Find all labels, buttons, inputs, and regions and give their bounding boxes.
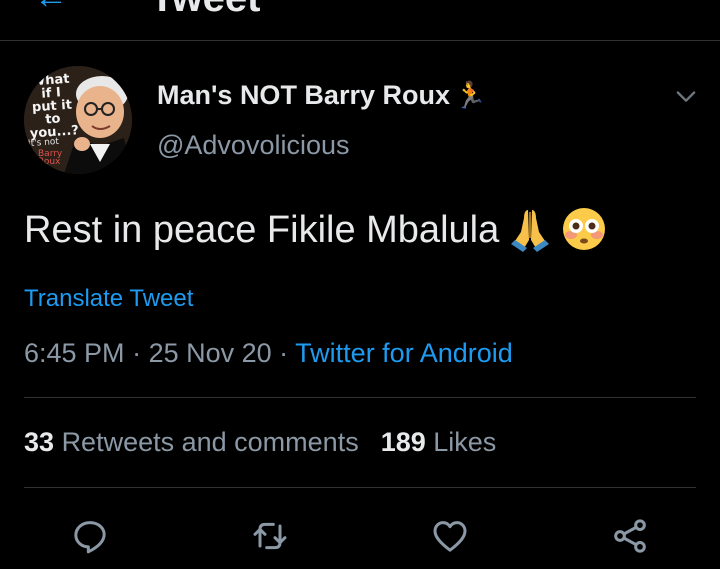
likes-count: 189: [380, 427, 426, 457]
top-bar: ← Tweet: [0, 0, 720, 41]
tweet-body: Rest in peace Fikile Mbalula: [24, 209, 500, 251]
meta-separator: ·: [124, 338, 149, 368]
chevron-down-icon[interactable]: [672, 82, 700, 110]
user-handle[interactable]: @Advovolicious: [157, 130, 350, 161]
retweets-count: 33: [24, 427, 55, 457]
avatar-red-text: Barry Roux: [38, 149, 63, 167]
share-icon[interactable]: [610, 516, 650, 556]
translate-tweet-link[interactable]: Translate Tweet: [24, 285, 193, 313]
avatar-small-text: It's not: [27, 136, 60, 150]
divider: [24, 397, 696, 398]
likes-label: Likes: [433, 427, 497, 457]
display-name-text: Man's NOT Barry Roux: [157, 80, 450, 110]
back-arrow-icon[interactable]: ←: [34, 0, 68, 17]
divider: [24, 487, 696, 488]
likes-stat[interactable]: 189 Likes: [381, 427, 497, 457]
heart-icon[interactable]: [430, 516, 470, 556]
tweet-source-link[interactable]: Twitter for Android: [295, 338, 513, 368]
runner-icon: 🏃: [453, 80, 487, 110]
tweet-meta: 6:45 PM · 25 Nov 20 · Twitter for Androi…: [24, 338, 513, 369]
display-name[interactable]: Man's NOT Barry Roux 🏃: [157, 80, 486, 111]
tweet-time: 6:45 PM: [24, 338, 125, 368]
avatar[interactable]: What if I put it to you...? It's not Bar…: [24, 66, 132, 174]
avatar-caption: What if I put it to you...?: [29, 71, 80, 142]
page-title: Tweet: [150, 0, 260, 21]
flushed-face-icon: [563, 208, 606, 250]
retweets-label: Retweets and comments: [61, 427, 359, 457]
retweet-icon[interactable]: [250, 516, 290, 556]
tweet-stats: 33 Retweets and comments 189 Likes: [24, 427, 496, 458]
tweet-text: Rest in peace Fikile Mbalula: [24, 206, 607, 252]
retweets-stat[interactable]: 33 Retweets and comments: [24, 427, 359, 457]
tweet-date: 25 Nov 20: [148, 338, 272, 368]
pray-icon: [511, 210, 550, 252]
meta-separator: ·: [271, 338, 296, 368]
reply-icon[interactable]: [70, 516, 110, 556]
